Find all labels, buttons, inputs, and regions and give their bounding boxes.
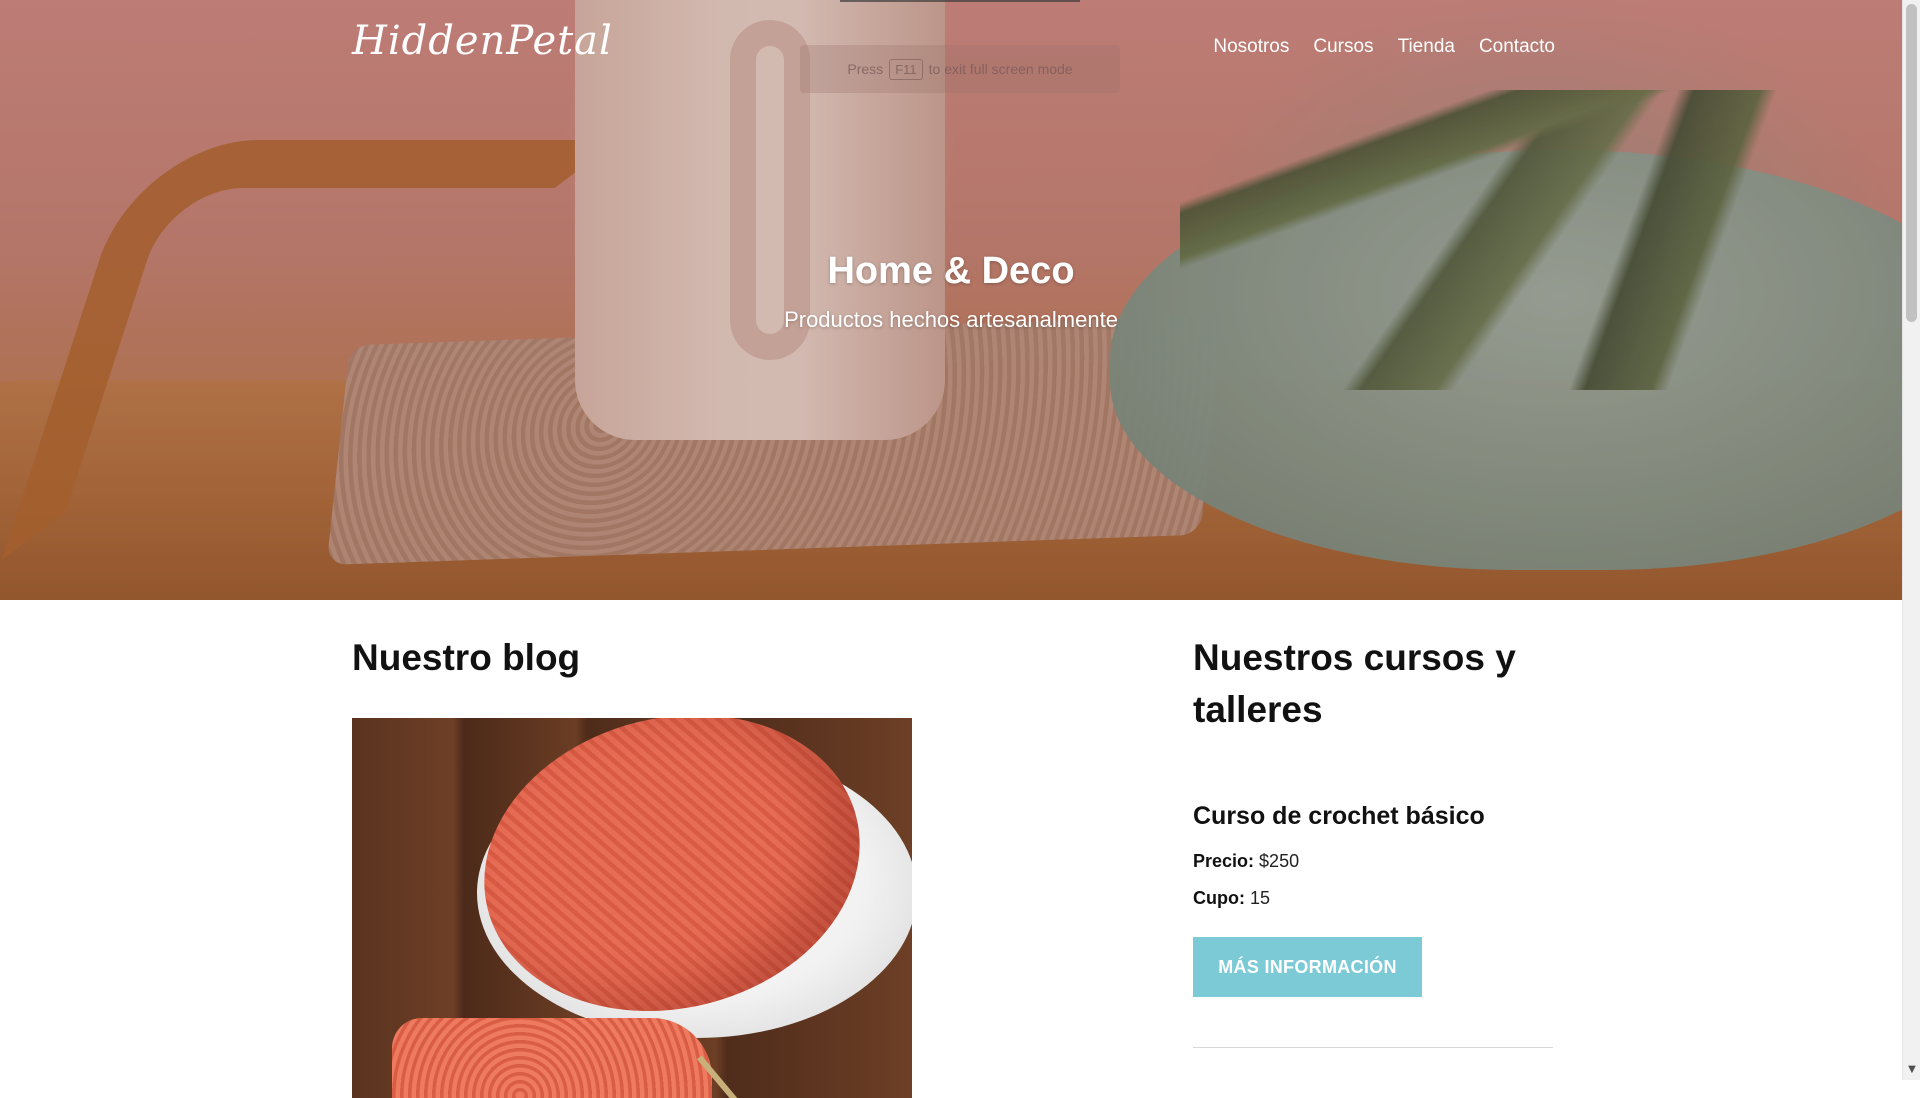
course-price-value: $250 bbox=[1259, 851, 1300, 871]
fullscreen-notice: Press F11 to exit full screen mode bbox=[800, 45, 1120, 93]
hero-banner: HiddenPetal Nosotros Cursos Tienda Conta… bbox=[0, 0, 1902, 600]
page-scrollbar[interactable]: ▼ bbox=[1902, 0, 1920, 1080]
main-nav: Nosotros Cursos Tienda Contacto bbox=[1200, 36, 1555, 58]
course-price-label: Precio: bbox=[1193, 851, 1255, 871]
course-capacity: Cupo: 15 bbox=[1193, 888, 1553, 909]
site-logo[interactable]: HiddenPetal bbox=[352, 18, 613, 64]
blog-image-crochet-swatch bbox=[392, 1018, 712, 1098]
hero-text: Home & Deco Productos hechos artesanalme… bbox=[0, 250, 1902, 333]
course-card: Curso de crochet básico Precio: $250 Cup… bbox=[1193, 802, 1553, 1048]
fullscreen-notice-text: to exit full screen mode bbox=[928, 61, 1073, 77]
scrollbar-thumb[interactable] bbox=[1906, 4, 1917, 322]
nav-item-contacto[interactable]: Contacto bbox=[1479, 36, 1555, 58]
blog-section: Nuestro blog bbox=[352, 632, 912, 1098]
nav-item-nosotros[interactable]: Nosotros bbox=[1213, 36, 1289, 58]
fullscreen-indicator-bar bbox=[840, 0, 1080, 2]
course-price: Precio: $250 bbox=[1193, 851, 1553, 872]
hero-title: Home & Deco bbox=[827, 250, 1075, 292]
scroll-down-arrow-icon[interactable]: ▼ bbox=[1903, 1062, 1920, 1078]
course-name: Curso de crochet básico bbox=[1193, 802, 1485, 830]
fullscreen-notice-key: F11 bbox=[889, 58, 923, 80]
blog-post-image[interactable] bbox=[352, 718, 912, 1098]
course-divider bbox=[1193, 1047, 1553, 1048]
courses-title: Nuestros cursos y talleres bbox=[1193, 637, 1516, 730]
blog-title: Nuestro blog bbox=[352, 637, 581, 678]
nav-item-tienda[interactable]: Tienda bbox=[1398, 36, 1455, 58]
course-capacity-value: 15 bbox=[1250, 888, 1271, 908]
hero-subtitle: Productos hechos artesanalmente bbox=[784, 307, 1118, 332]
course-capacity-label: Cupo: bbox=[1193, 888, 1245, 908]
nav-item-cursos[interactable]: Cursos bbox=[1313, 36, 1373, 58]
fullscreen-notice-press: Press bbox=[847, 61, 884, 77]
courses-section: Nuestros cursos y talleres Curso de croc… bbox=[1193, 632, 1553, 1048]
more-info-button[interactable]: MÁS INFORMACIÓN bbox=[1193, 937, 1422, 997]
